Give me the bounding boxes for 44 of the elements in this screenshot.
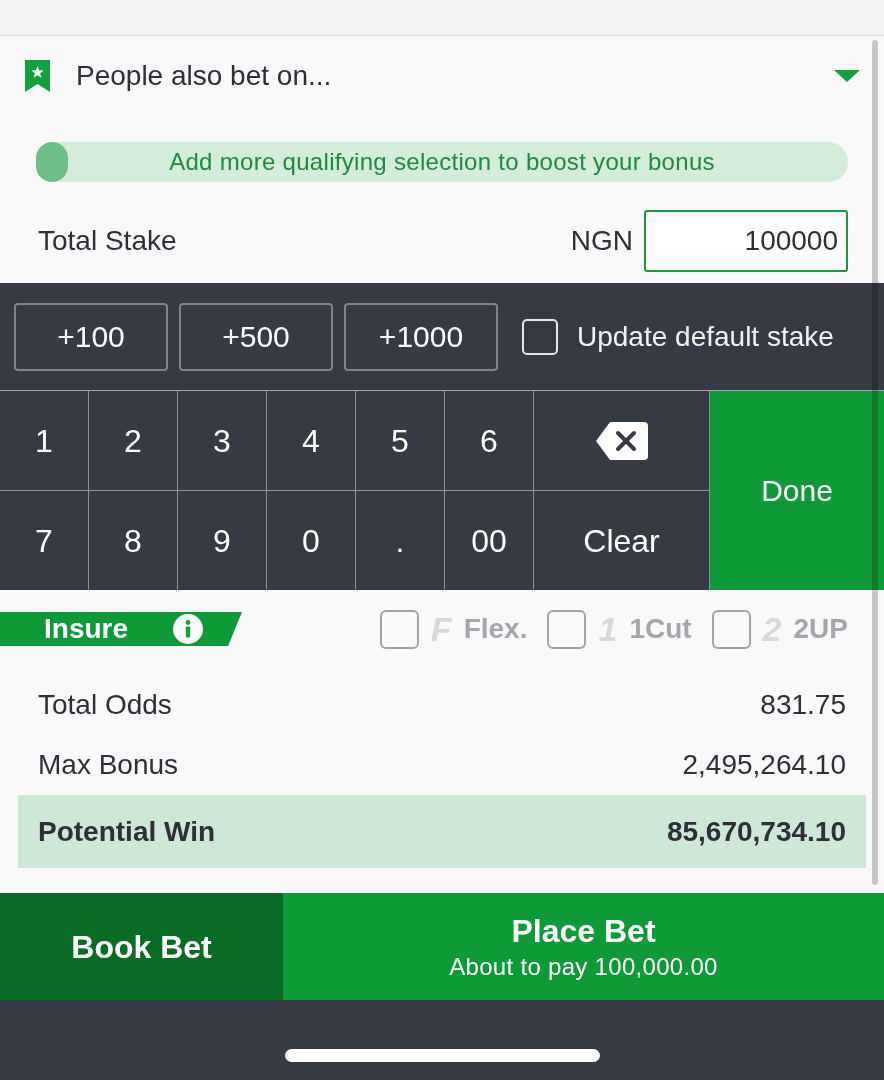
backspace-icon <box>595 421 648 460</box>
info-icon[interactable] <box>173 614 204 644</box>
keypad-key[interactable]: 6 <box>445 391 533 490</box>
summary-label: Total Odds <box>38 691 172 719</box>
summary-label: Max Bonus <box>38 751 179 779</box>
keypad-key[interactable]: . <box>356 491 444 590</box>
keypad-key[interactable]: 2 <box>89 391 177 490</box>
keypad-key[interactable]: 1 <box>0 391 88 490</box>
option-label: 1Cut <box>629 615 692 643</box>
option-label: Flex. <box>463 615 528 643</box>
currency-label: NGN <box>570 227 633 255</box>
stake-label: Total Stake <box>38 227 177 255</box>
summary-value: 85,670,734.10 <box>666 817 846 846</box>
keypad-key[interactable]: 9 <box>178 491 266 590</box>
quick-stake-button[interactable]: +100 <box>14 302 168 371</box>
summary-label: Potential Win <box>38 817 216 846</box>
keypad-key[interactable]: 5 <box>356 391 444 490</box>
backspace-key[interactable] <box>534 391 709 490</box>
book-bet-button[interactable]: Book Bet <box>0 893 283 1000</box>
keypad-key[interactable]: 4 <box>267 391 355 490</box>
stake-input[interactable]: 100000 <box>644 210 848 272</box>
checkbox[interactable] <box>547 609 587 649</box>
done-button[interactable]: Done <box>710 391 884 590</box>
checkbox-label: Update default stake <box>577 322 834 351</box>
section-title: People also bet on... <box>76 62 332 90</box>
keypad-key[interactable]: 3 <box>178 391 266 490</box>
keypad-key[interactable]: 00 <box>445 491 533 590</box>
quick-stake-button[interactable]: +1000 <box>344 302 498 371</box>
option-label: 2UP <box>793 615 848 643</box>
scrollbar-thumb[interactable] <box>872 40 878 885</box>
checkbox[interactable] <box>711 609 751 649</box>
summary-value: 2,495,264.10 <box>682 751 846 779</box>
bonus-message: Add more qualifying selection to boost your bonus <box>169 150 715 174</box>
keypad-key[interactable]: 7 <box>0 491 88 590</box>
checkbox[interactable] <box>379 609 419 649</box>
keypad-key[interactable]: 0 <box>267 491 355 590</box>
keypad-key[interactable]: Clear <box>534 491 709 590</box>
place-bet-button[interactable]: Place Bet About to pay 100,000.00 <box>283 893 884 1000</box>
summary-value: 831.75 <box>760 691 846 719</box>
insure-label: Insure <box>44 615 129 643</box>
quick-stake-button[interactable]: +500 <box>179 302 333 371</box>
keypad-key[interactable]: 8 <box>89 491 177 590</box>
bookmark-star-icon <box>25 60 50 92</box>
caret-down-icon[interactable] <box>834 70 860 82</box>
